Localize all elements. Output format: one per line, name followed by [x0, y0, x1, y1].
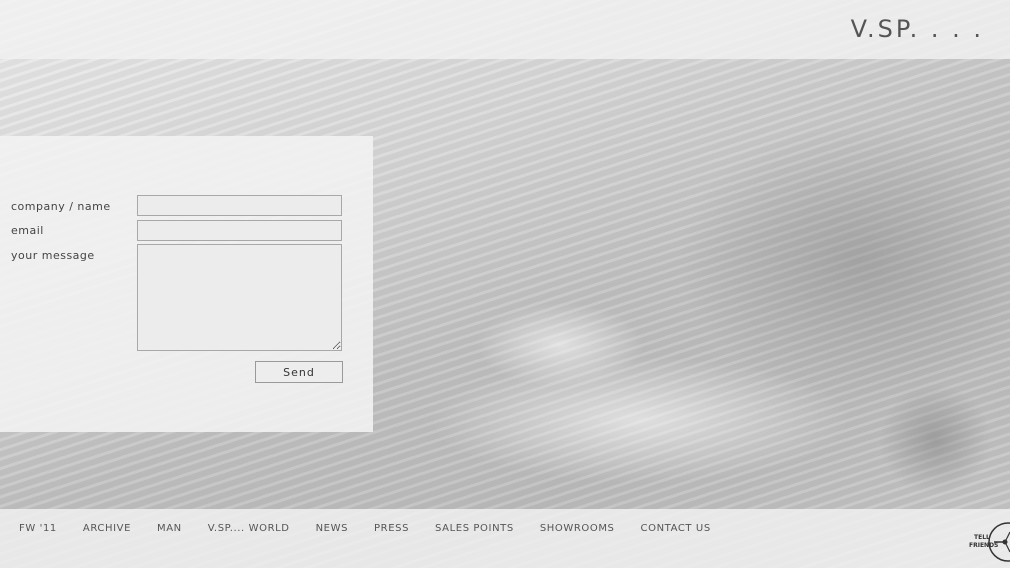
email-field[interactable] — [137, 220, 342, 241]
nav-item-contact-us[interactable]: CONTACT US — [641, 523, 711, 534]
nav-item-showrooms[interactable]: SHOWROOMS — [540, 523, 615, 534]
nav-item-sales-points[interactable]: SALES POINTS — [435, 523, 514, 534]
message-label: your message — [11, 249, 95, 262]
tell-friends-button[interactable]: TELL FRIENDS — [964, 520, 1010, 564]
tell-friends-label-1: TELL — [974, 534, 990, 541]
send-button[interactable]: Send — [255, 361, 343, 383]
site-logo[interactable]: V.SP. . . . — [851, 15, 984, 43]
name-field[interactable] — [137, 195, 342, 216]
email-label: email — [11, 224, 44, 237]
header-bar: V.SP. . . . — [0, 0, 1010, 59]
main-nav: FW '11 ARCHIVE MAN V.SP.... WORLD NEWS P… — [19, 523, 737, 534]
tell-friends-label-2: FRIENDS — [969, 542, 999, 549]
name-label: company / name — [11, 200, 111, 213]
nav-item-man[interactable]: MAN — [157, 523, 182, 534]
nav-item-fw11[interactable]: FW '11 — [19, 523, 57, 534]
footer-nav-bar — [0, 509, 1010, 568]
nav-item-news[interactable]: NEWS — [316, 523, 348, 534]
nav-item-press[interactable]: PRESS — [374, 523, 409, 534]
nav-item-archive[interactable]: ARCHIVE — [83, 523, 131, 534]
message-textarea[interactable] — [137, 244, 342, 351]
nav-item-vsp-world[interactable]: V.SP.... WORLD — [208, 523, 290, 534]
